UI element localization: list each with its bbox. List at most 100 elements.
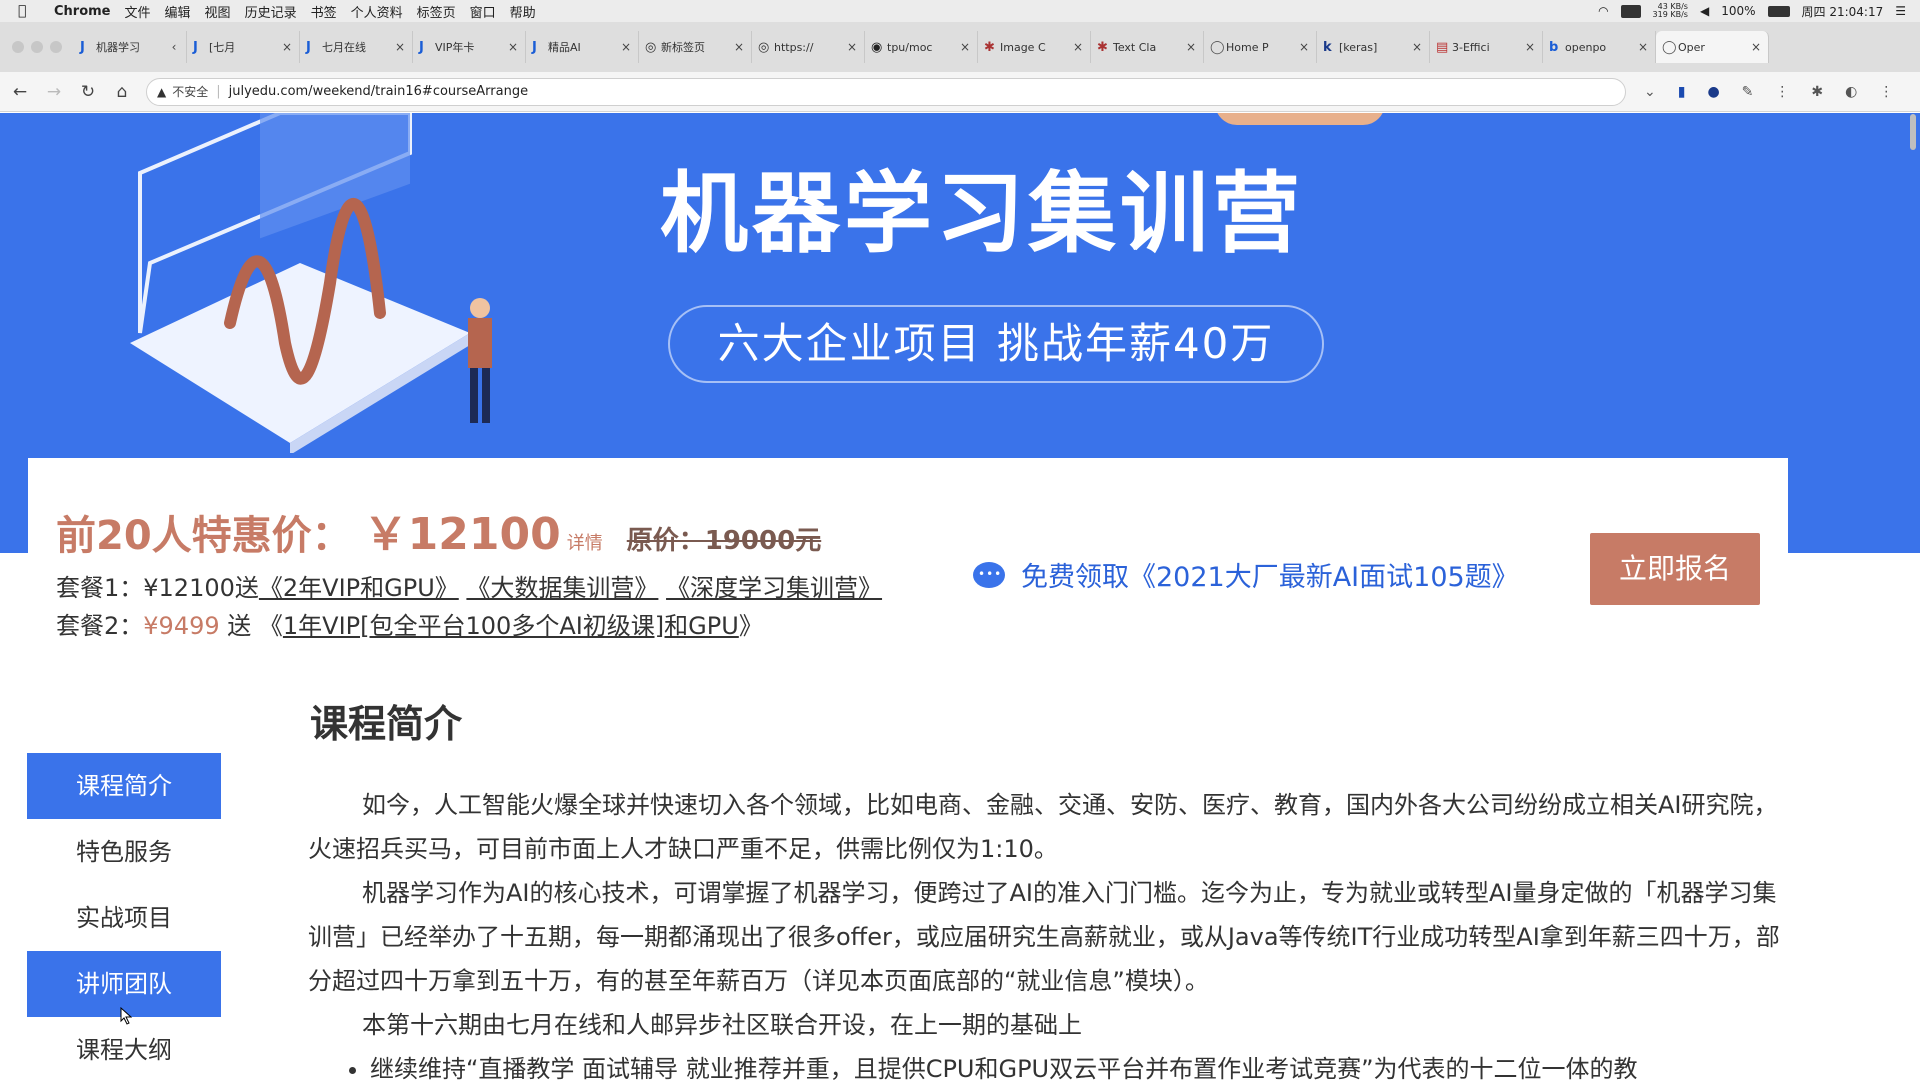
close-icon[interactable]: ‹ <box>168 40 180 54</box>
tab-title: Home P <box>1226 40 1269 54</box>
close-icon[interactable]: × <box>1637 40 1649 54</box>
tab-favicon-icon: ✱ <box>984 39 995 55</box>
close-icon[interactable]: × <box>846 40 858 54</box>
price-row: 前20人特惠价： ￥12100 详情 原价：19000元 <box>56 498 821 562</box>
sidenav-item-syllabus[interactable]: 课程大纲 <box>27 1017 221 1080</box>
tab-title: https:// <box>774 40 814 54</box>
tab-favicon-icon: J <box>193 39 198 55</box>
browser-tab[interactable]: J 七月在线 × <box>300 31 413 63</box>
close-icon[interactable]: × <box>1072 40 1084 54</box>
browser-tab[interactable]: b openpo × <box>1543 31 1656 63</box>
close-icon[interactable]: × <box>507 40 519 54</box>
browser-tab[interactable]: ✱ Image C × <box>978 31 1091 63</box>
warning-icon[interactable]: ▲ <box>157 85 166 99</box>
close-icon[interactable]: × <box>1298 40 1310 54</box>
browser-tab[interactable]: J [七月 × <box>187 31 300 63</box>
tab-favicon-icon: J <box>532 39 537 55</box>
battery-icon[interactable] <box>1767 5 1790 17</box>
extensions-area: ⌄ ▮ ● ✎ ⋮ ✱ ◐ ⋮ <box>1644 84 1893 100</box>
note-extension-icon[interactable]: ✎ <box>1742 84 1754 100</box>
insecure-label[interactable]: 不安全 <box>172 83 208 100</box>
browser-tab[interactable]: ✱ Text Cla × <box>1091 31 1204 63</box>
grid-extension-icon[interactable]: ⋮ <box>1775 84 1789 100</box>
menu-bookmarks[interactable]: 书签 <box>311 2 337 21</box>
package-1-link-deep-learning[interactable]: 《深度学习集训营》 <box>666 574 882 602</box>
home-icon[interactable]: ⌂ <box>108 82 136 102</box>
browser-tab[interactable]: ◯ Home P × <box>1204 31 1317 63</box>
enroll-now-button[interactable]: 立即报名 <box>1590 533 1760 605</box>
menu-dots-icon[interactable]: ⋮ <box>1879 84 1893 100</box>
close-icon[interactable]: × <box>394 40 406 54</box>
package-2-link[interactable]: 1年VIP[包全平台100多个AI初级课]和GPU <box>283 612 739 640</box>
tab-title: Image C <box>1000 40 1046 54</box>
close-icon[interactable]: × <box>281 40 293 54</box>
puzzle-icon[interactable]: ✱ <box>1811 84 1823 100</box>
browser-tab[interactable]: k [keras] × <box>1317 31 1430 63</box>
sidenav-item-projects[interactable]: 实战项目 <box>27 885 221 951</box>
control-center-icon[interactable]: ☰ <box>1895 4 1906 18</box>
volume-icon[interactable]: ◀ <box>1700 4 1709 18</box>
close-icon[interactable]: × <box>1411 40 1423 54</box>
net-down: 319 KB/s <box>1652 10 1688 19</box>
menu-app-name[interactable]: Chrome <box>54 4 111 19</box>
hero-subtitle: 六大企业项目 挑战年薪40万 <box>668 305 1324 383</box>
menu-file[interactable]: 文件 <box>125 2 151 21</box>
browser-tab[interactable]: J 机器学习 ‹ <box>74 31 187 63</box>
package-2-suffix: 》 <box>738 612 763 640</box>
menu-edit[interactable]: 编辑 <box>165 2 191 21</box>
package-1-link-bigdata[interactable]: 《大数据集训营》 <box>466 574 658 602</box>
sidenav-item-course-intro[interactable]: 课程简介 <box>27 753 221 819</box>
free-offer-text[interactable]: 免费领取《2021大厂最新AI面试105题》 <box>1021 555 1519 594</box>
close-icon[interactable]: × <box>1750 40 1762 54</box>
browser-tab[interactable]: ◎ https:// × <box>752 31 865 63</box>
page-scrollbar[interactable] <box>1910 114 1916 150</box>
browser-tab[interactable]: ◉ tpu/moc × <box>865 31 978 63</box>
check-extension-icon[interactable]: ● <box>1707 84 1719 100</box>
tab-favicon-icon: ▤ <box>1436 39 1449 55</box>
tab-favicon-icon: J <box>419 39 424 55</box>
minimize-window-button[interactable] <box>31 41 43 53</box>
browser-tab[interactable]: J VIP年卡 × <box>413 31 526 63</box>
menu-window[interactable]: 窗口 <box>470 2 496 21</box>
menu-profile[interactable]: 个人资料 <box>351 2 403 21</box>
close-icon[interactable]: × <box>1185 40 1197 54</box>
tab-favicon-icon: b <box>1549 39 1559 55</box>
back-arrow-icon[interactable]: ← <box>6 82 34 102</box>
reload-icon[interactable]: ↻ <box>74 82 102 102</box>
menu-view[interactable]: 视图 <box>205 2 231 21</box>
extension-icon[interactable]: ⌄ <box>1644 84 1656 100</box>
close-icon[interactable]: × <box>1524 40 1536 54</box>
browser-tab[interactable]: J 精品AI × <box>526 31 639 63</box>
menu-history[interactable]: 历史记录 <box>245 2 297 21</box>
package-1-link-vip-gpu[interactable]: 《2年VIP和GPU》 <box>259 574 459 602</box>
menu-help[interactable]: 帮助 <box>510 2 536 21</box>
package-2-prefix: 套餐2： <box>56 612 144 640</box>
clock[interactable]: 周四 21:04:17 <box>1802 3 1884 20</box>
browser-tab[interactable]: ◎ 新标签页 × <box>639 31 752 63</box>
monitor-icon[interactable] <box>1620 4 1641 18</box>
address-bar[interactable]: ▲ 不安全 | julyedu.com/weekend/train16#cour… <box>146 77 1626 106</box>
browser-tab[interactable]: ▤ 3-Effici × <box>1430 31 1543 63</box>
tab-favicon-icon: ◯ <box>1210 39 1225 55</box>
hero-title: 机器学习集训营 <box>660 162 1305 265</box>
fullscreen-window-button[interactable] <box>50 41 62 53</box>
tab-favicon-icon: ◎ <box>758 39 770 55</box>
price-detail-link[interactable]: 详情 <box>567 529 603 555</box>
wifi-icon[interactable]: ◠ <box>1598 4 1608 18</box>
close-window-button[interactable] <box>12 41 24 53</box>
web-page: 机器学习集训营 六大企业项目 挑战年薪40万 前20人特惠价： ￥12100 详… <box>0 113 1920 1080</box>
tab-title: [keras] <box>1339 40 1378 54</box>
tab-title: 机器学习 <box>96 41 140 54</box>
close-icon[interactable]: × <box>733 40 745 54</box>
url-text[interactable]: julyedu.com/weekend/train16#courseArrang… <box>229 84 528 99</box>
menu-tabs[interactable]: 标签页 <box>417 2 456 21</box>
close-icon[interactable]: × <box>959 40 971 54</box>
forward-arrow-icon[interactable]: → <box>40 82 68 102</box>
bookmark-extension-icon[interactable]: ▮ <box>1678 84 1686 100</box>
close-icon[interactable]: × <box>620 40 632 54</box>
profile-avatar-icon[interactable]: ◐ <box>1845 84 1857 100</box>
free-interview-offer[interactable]: 免费领取《2021大厂最新AI面试105题》 <box>973 555 1519 594</box>
apple-icon[interactable]:  <box>18 3 38 19</box>
browser-tab-active[interactable]: ◯ Oper × <box>1656 31 1769 63</box>
sidenav-item-features[interactable]: 特色服务 <box>27 819 221 885</box>
